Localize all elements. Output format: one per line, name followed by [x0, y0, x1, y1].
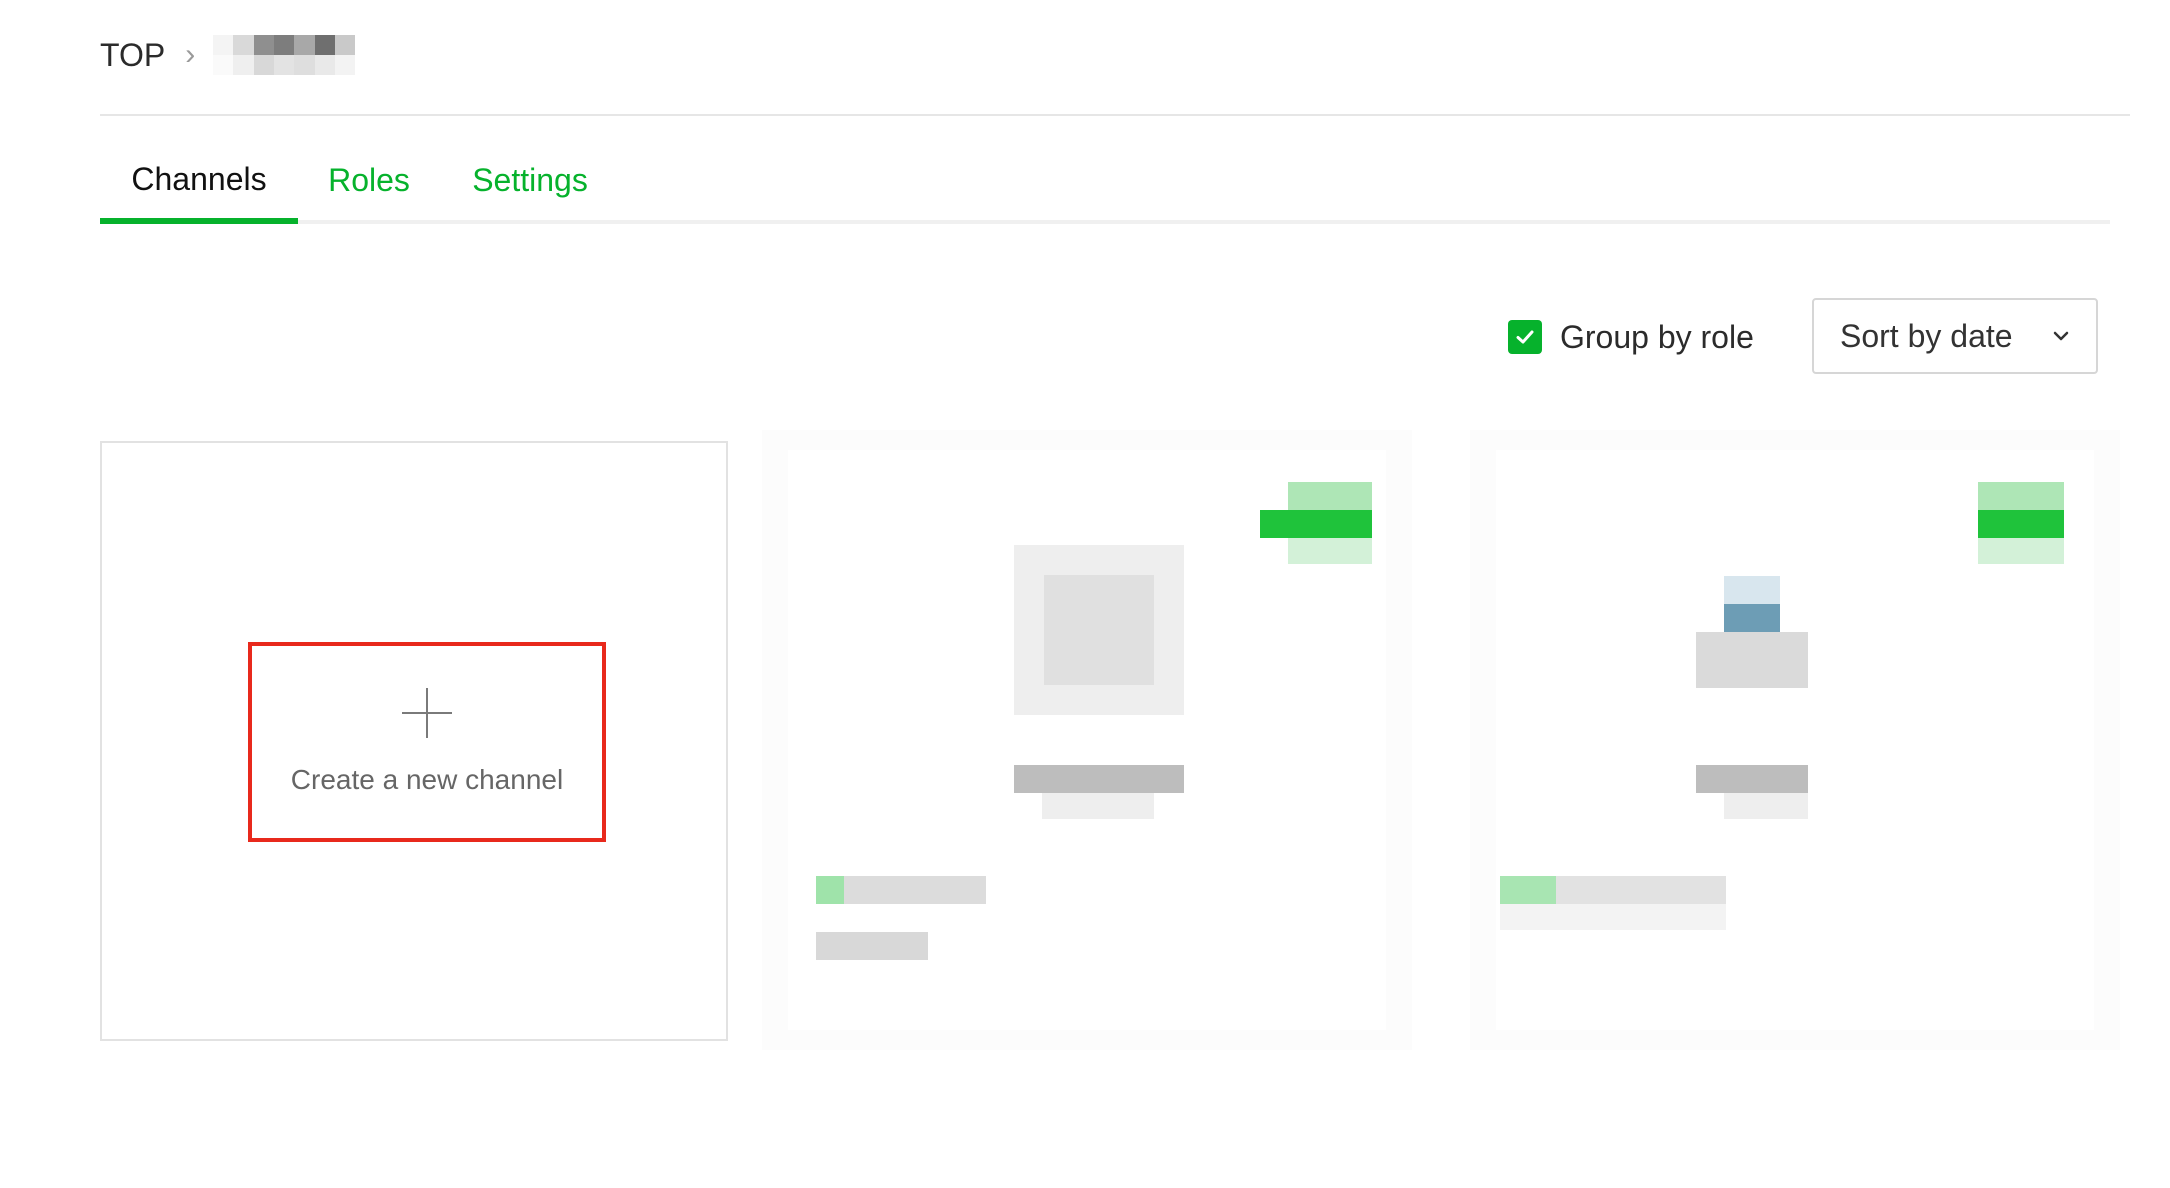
- meta-dot: [816, 876, 844, 904]
- avatar: [1724, 576, 1780, 604]
- channel-name-shade: [1724, 793, 1808, 819]
- channel-name-shade: [1042, 793, 1154, 819]
- avatar-inner: [1044, 575, 1154, 685]
- sort-select-value: Sort by date: [1840, 317, 2013, 354]
- tab-settings[interactable]: Settings: [440, 140, 620, 220]
- breadcrumb: TOP ›: [100, 30, 356, 80]
- chevron-down-icon: [2053, 331, 2069, 341]
- status-badge-shade: [1978, 538, 2064, 564]
- breadcrumb-root[interactable]: TOP: [100, 37, 165, 74]
- avatar-inner: [1724, 604, 1780, 632]
- status-badge-fill: [1260, 510, 1372, 538]
- meta-dot: [1500, 876, 1556, 904]
- channel-name-redacted: [1696, 765, 1808, 793]
- status-badge-fill: [1978, 510, 2064, 538]
- tab-bar: Channels Roles Settings: [100, 140, 2110, 224]
- channel-name-redacted: [1014, 765, 1184, 793]
- chevron-right-icon: ›: [185, 38, 196, 71]
- channel-card-redacted[interactable]: [762, 430, 1412, 1050]
- create-channel-label: Create a new channel: [290, 764, 564, 795]
- channel-card-body: [788, 450, 1386, 1030]
- avatar-base: [1696, 632, 1808, 688]
- tab-roles[interactable]: Roles: [298, 140, 440, 220]
- status-badge-shade: [1288, 538, 1372, 564]
- group-by-role-toggle[interactable]: Group by role: [1508, 312, 1754, 362]
- group-by-role-label: Group by role: [1560, 318, 1754, 355]
- create-channel-button[interactable]: Create a new channel: [248, 642, 606, 842]
- meta-line-2: [816, 932, 928, 960]
- header-divider: [100, 114, 2130, 116]
- tab-channels[interactable]: Channels: [100, 140, 298, 224]
- create-channel-card: Create a new channel: [100, 441, 728, 1041]
- check-icon: [1516, 330, 1534, 344]
- channel-card-body: [1496, 450, 2094, 1030]
- sort-select[interactable]: Sort by date: [1812, 298, 2098, 374]
- plus-icon: [402, 688, 452, 738]
- breadcrumb-current-redacted: [213, 35, 356, 75]
- status-badge: [1978, 482, 2064, 510]
- status-badge: [1288, 482, 1372, 510]
- group-by-role-checkbox[interactable]: [1508, 320, 1542, 354]
- meta-line-2: [1500, 904, 1726, 930]
- channel-card-redacted[interactable]: [1470, 430, 2120, 1050]
